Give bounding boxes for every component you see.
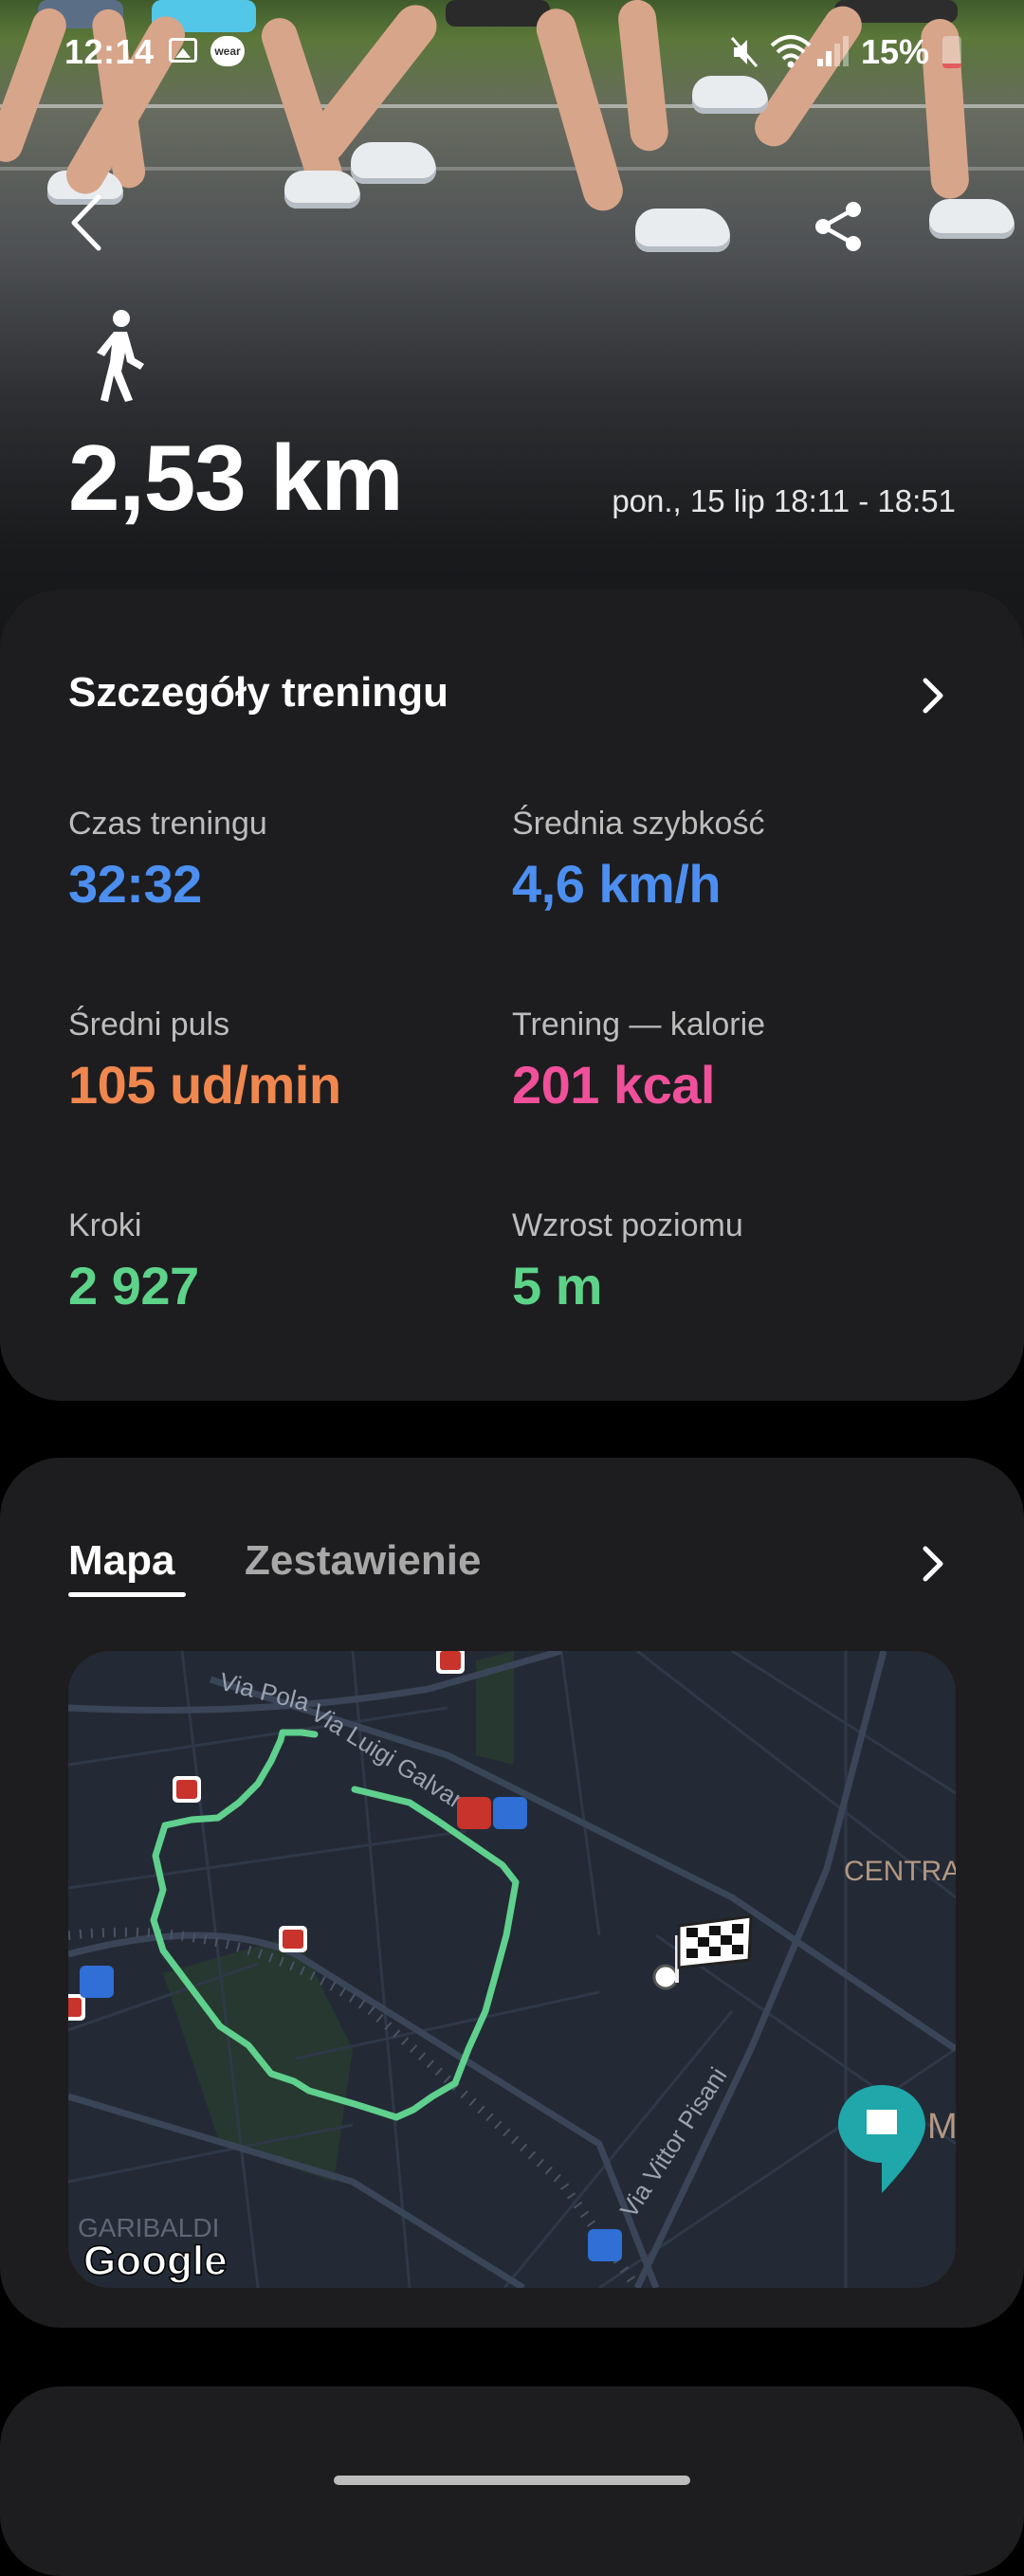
train-icon xyxy=(457,1797,527,1829)
route-map[interactable]: Via Pola Via Luigi Galvani Via Vittor Pi… xyxy=(68,1651,956,2288)
tab-map[interactable]: Mapa xyxy=(68,1537,174,1585)
street-label: Via Vittor Pisani xyxy=(614,2062,733,2222)
workout-datetime: pon., 15 lip 18:11 - 18:51 xyxy=(612,483,956,518)
tab-summary[interactable]: Zestawienie xyxy=(245,1537,481,1585)
museum-pin-icon xyxy=(838,2085,925,2193)
map-canvas: Via Pola Via Luigi Galvani Via Vittor Pi… xyxy=(68,1651,956,2288)
chevron-right-icon[interactable] xyxy=(914,1541,952,1587)
battery-percentage: 15% xyxy=(861,32,930,71)
stat-label-elevation-gain: Wzrost poziomu xyxy=(512,1207,743,1243)
bus-icon xyxy=(80,1966,114,1998)
road-marking xyxy=(0,167,1024,171)
metro-icon xyxy=(436,1651,465,1674)
distance-value: 2,53 km xyxy=(68,426,404,530)
stat-label-avg-heart-rate: Średni puls xyxy=(68,1007,230,1043)
walking-icon xyxy=(97,310,144,402)
stat-label-avg-speed: Średnia szybkość xyxy=(512,806,765,842)
stat-value-workout-time: 32:32 xyxy=(68,854,202,914)
bus-icon xyxy=(588,2229,622,2261)
poi-label: M xyxy=(927,2107,956,2147)
stat-value-steps: 2 927 xyxy=(68,1256,199,1315)
stat-label-workout-time: Czas treningu xyxy=(68,806,267,842)
finish-flag-icon xyxy=(675,1914,753,1983)
stat-value-avg-speed: 4,6 km/h xyxy=(512,854,722,914)
chevron-right-icon[interactable] xyxy=(914,673,952,718)
signal-icon xyxy=(817,36,849,66)
route-start-point xyxy=(652,1964,679,1990)
metro-icon xyxy=(68,1994,85,2021)
stat-label-steps: Kroki xyxy=(68,1207,142,1243)
status-bar: 12:14 wear 15% xyxy=(0,0,1024,104)
wear-icon: wear xyxy=(210,36,245,66)
metro-icon xyxy=(173,1776,201,1803)
stat-value-calories: 201 kcal xyxy=(512,1055,715,1115)
wifi-icon xyxy=(770,35,812,68)
road-marking xyxy=(0,104,1024,108)
metro-icon xyxy=(279,1926,307,1952)
active-tab-indicator xyxy=(68,1592,186,1597)
home-gesture-bar[interactable] xyxy=(334,2476,690,2485)
status-time: 12:14 xyxy=(64,32,155,71)
mute-icon xyxy=(730,37,759,67)
district-label: CENTRA xyxy=(844,1856,956,1887)
google-logo: Google xyxy=(83,2238,228,2284)
share-button[interactable] xyxy=(808,195,870,258)
battery-icon xyxy=(942,36,961,68)
stat-value-elevation-gain: 5 m xyxy=(512,1256,603,1315)
stat-value-avg-heart-rate: 105 ud/min xyxy=(68,1055,341,1115)
stat-label-calories: Trening — kalorie xyxy=(512,1007,766,1043)
back-button[interactable] xyxy=(59,190,116,256)
workout-details-title[interactable]: Szczegóły treningu xyxy=(68,669,448,717)
gallery-icon xyxy=(169,38,197,63)
